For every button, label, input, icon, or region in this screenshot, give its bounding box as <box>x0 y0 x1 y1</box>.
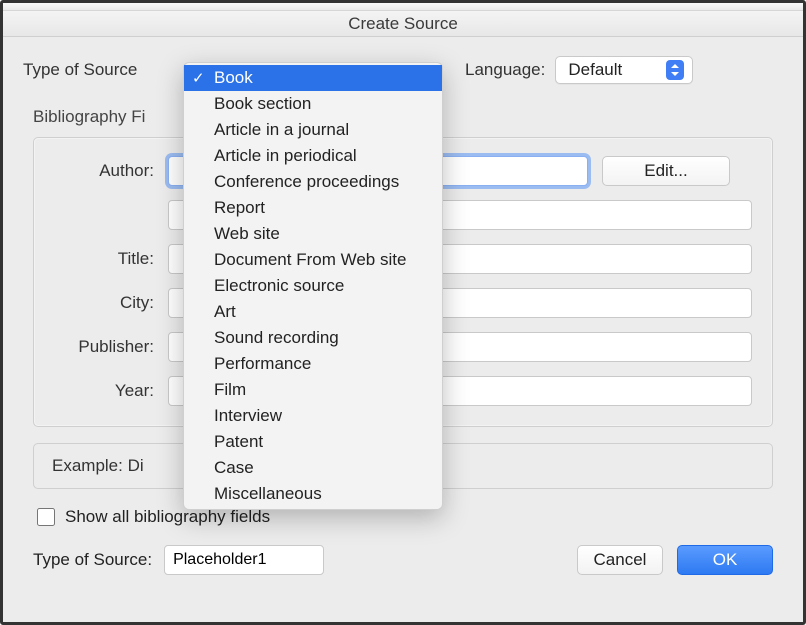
menubar-stub <box>3 3 803 11</box>
dropdown-item-label: Electronic source <box>214 276 344 296</box>
dropdown-item-label: Miscellaneous <box>214 484 322 504</box>
dropdown-item-label: Patent <box>214 432 263 452</box>
dropdown-item[interactable]: Art <box>184 299 442 325</box>
ok-button[interactable]: OK <box>677 545 773 575</box>
author-label: Author: <box>54 161 154 181</box>
edit-author-button[interactable]: Edit... <box>602 156 730 186</box>
publisher-label: Publisher: <box>54 337 154 357</box>
dropdown-item-label: Book <box>214 68 253 88</box>
dropdown-item-label: Book section <box>214 94 311 114</box>
dropdown-item[interactable]: Patent <box>184 429 442 455</box>
dropdown-item-label: Sound recording <box>214 328 339 348</box>
dropdown-item[interactable]: Miscellaneous <box>184 481 442 507</box>
window-title: Create Source <box>3 11 803 37</box>
dropdown-item[interactable]: Report <box>184 195 442 221</box>
type-of-source-label: Type of Source <box>23 60 175 80</box>
type-of-source-dropdown[interactable]: ✓ Book Book section Article in a journal Art… <box>183 62 443 510</box>
dropdown-item-label: Web site <box>214 224 280 244</box>
popup-caret-icon <box>666 60 684 80</box>
dropdown-item[interactable]: Book section <box>184 91 442 117</box>
dropdown-item[interactable]: Article in a journal <box>184 117 442 143</box>
check-icon: ✓ <box>192 69 205 87</box>
dropdown-item-label: Conference proceedings <box>214 172 399 192</box>
dropdown-item-label: Film <box>214 380 246 400</box>
dropdown-item[interactable]: Case <box>184 455 442 481</box>
dropdown-item[interactable]: Document From Web site <box>184 247 442 273</box>
dropdown-item[interactable]: Article in periodical <box>184 143 442 169</box>
city-label: City: <box>54 293 154 313</box>
cancel-button[interactable]: Cancel <box>577 545 663 575</box>
dropdown-item-label: Case <box>214 458 254 478</box>
type-of-source-input[interactable] <box>164 545 324 575</box>
dropdown-item-label: Article in a journal <box>214 120 349 140</box>
language-popup[interactable]: Default <box>555 56 693 84</box>
year-label: Year: <box>54 381 154 401</box>
dropdown-item[interactable]: Film <box>184 377 442 403</box>
dropdown-item-label: Article in periodical <box>214 146 357 166</box>
title-label: Title: <box>54 249 154 269</box>
language-value: Default <box>568 60 658 80</box>
dropdown-item[interactable]: Performance <box>184 351 442 377</box>
dropdown-item[interactable]: Conference proceedings <box>184 169 442 195</box>
dropdown-item-label: Performance <box>214 354 311 374</box>
language-label: Language: <box>465 60 545 80</box>
dropdown-item-label: Document From Web site <box>214 250 406 270</box>
dropdown-item[interactable]: Sound recording <box>184 325 442 351</box>
type-of-source-bottom-label: Type of Source: <box>33 550 152 570</box>
dropdown-item[interactable]: ✓ Book <box>184 65 442 91</box>
show-all-fields-label: Show all bibliography fields <box>65 507 270 527</box>
dropdown-item[interactable]: Interview <box>184 403 442 429</box>
dropdown-item-label: Interview <box>214 406 282 426</box>
dropdown-item[interactable]: Web site <box>184 221 442 247</box>
dropdown-item-label: Report <box>214 198 265 218</box>
dropdown-item[interactable]: Electronic source <box>184 273 442 299</box>
dropdown-item-label: Art <box>214 302 236 322</box>
show-all-fields-checkbox[interactable] <box>37 508 55 526</box>
